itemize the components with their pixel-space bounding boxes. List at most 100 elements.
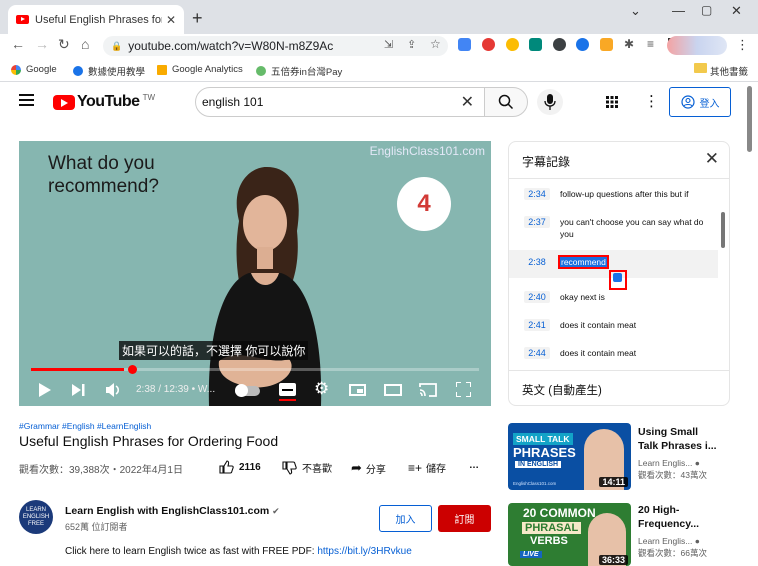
scrubber-handle[interactable]	[128, 365, 137, 374]
subtitles-cc-icon[interactable]	[279, 383, 296, 396]
progress-bar[interactable]	[31, 368, 479, 371]
close-tab-icon[interactable]: ✕	[166, 13, 176, 27]
related-thumbnail[interactable]: 20 COMMON PHRASAL VERBS LIVE 36:33	[508, 503, 631, 566]
extension-icon-4[interactable]	[600, 38, 613, 51]
description-link[interactable]: https://bit.ly/3HRvkue	[317, 546, 411, 557]
extension-icon-3[interactable]	[576, 38, 589, 51]
cast-icon[interactable]	[419, 383, 437, 397]
extension-icon[interactable]	[529, 38, 542, 51]
reload-button[interactable]: ↻	[58, 36, 70, 53]
transcript-segment[interactable]: 2:41 does it contain meat	[509, 313, 718, 341]
time-display: 2:38 / 12:39 • W...	[136, 384, 216, 395]
search-button[interactable]	[484, 87, 528, 117]
tab-title: Useful English Phrases for Orde	[35, 13, 162, 26]
volume-icon[interactable]	[106, 383, 121, 397]
other-bookmarks[interactable]: 其他書籤	[710, 64, 748, 78]
opera-extension-icon[interactable]	[482, 38, 495, 51]
forward-button[interactable]: →	[35, 36, 49, 52]
transcript-panel: 字幕記錄 ✕ 2:34 follow-up questions after thi…	[508, 141, 730, 406]
channel-avatar[interactable]: LEARN ENGLISH FREE	[19, 500, 53, 534]
related-views: 觀看次數：43萬次	[638, 470, 707, 480]
chrome-extension-icon[interactable]	[506, 38, 519, 51]
page-scrollbar[interactable]	[747, 86, 752, 152]
channel-name[interactable]: Learn English with EnglishClass101.com ✔	[65, 505, 280, 517]
bookmark-pay[interactable]: 五倍券in台灣Pay	[256, 64, 342, 78]
transcript-segment[interactable]: 2:44 does it contain meat	[509, 341, 718, 369]
divider	[509, 370, 729, 371]
minimize-button[interactable]: —	[672, 3, 685, 18]
search-input[interactable]: english 101 ✕	[195, 87, 485, 117]
maximize-button[interactable]: ▢	[701, 3, 712, 17]
verified-icon: ●	[694, 458, 700, 468]
close-window-button[interactable]: ✕	[731, 3, 742, 19]
url-text: youtube.com/watch?v=W80N-m8Z9Ac	[128, 39, 334, 53]
subscribe-button[interactable]: 訂閱	[438, 505, 491, 532]
hashtags[interactable]: #Grammar #English #LearnEnglish	[19, 421, 151, 431]
like-button[interactable]: 2116	[219, 460, 261, 474]
video-watermark: EnglishClass101.com	[369, 144, 485, 158]
play-icon[interactable]	[39, 383, 51, 397]
fullscreen-icon[interactable]	[456, 382, 471, 397]
save-button[interactable]: ≡+ 儲存	[408, 460, 446, 476]
transcript-segment[interactable]: 2:40 okay next is	[509, 285, 718, 313]
dislike-button[interactable]: 不喜歡	[282, 460, 332, 475]
theater-mode-icon[interactable]	[384, 384, 402, 396]
add-playlist-icon: ≡+	[408, 460, 423, 475]
profile-avatar[interactable]	[667, 36, 727, 55]
voice-search-button[interactable]	[537, 89, 563, 115]
transcript-segment[interactable]: 2:34 follow-up questions after this but i…	[509, 182, 718, 210]
share-icon[interactable]: ⇪	[407, 38, 416, 51]
related-title[interactable]: 20 High-Frequency...	[638, 503, 718, 531]
extensions-puzzle-icon[interactable]: ✱	[624, 37, 634, 51]
video-player[interactable]: What do you recommend? EnglishClass101.c…	[19, 141, 491, 406]
related-title[interactable]: Using Small Talk Phrases i...	[638, 425, 718, 453]
related-views: 觀看次數：66萬次	[638, 548, 707, 558]
folder-icon	[694, 63, 707, 73]
reading-list-icon[interactable]: ≡	[647, 37, 654, 51]
transcript-segment[interactable]: 2:37 you can't choose you can say what do…	[509, 210, 718, 250]
bookmark-google[interactable]: Google	[11, 64, 57, 75]
back-button[interactable]: ←	[11, 36, 25, 52]
search-value: english 101	[202, 95, 264, 109]
share-arrow-icon: ➦	[351, 460, 362, 475]
signin-button[interactable]: 登入	[669, 87, 731, 117]
language-selector[interactable]: 英文 (自動產生)	[522, 382, 602, 398]
related-thumbnail[interactable]: SMALL TALK PHRASES IN ENGLISH EnglishCla…	[508, 423, 631, 490]
bookmark-star-icon[interactable]: ☆	[430, 37, 441, 51]
autoplay-toggle[interactable]	[235, 384, 260, 397]
youtube-logo[interactable]: YouTube TW	[53, 93, 155, 111]
settings-more-icon[interactable]: ⋮	[644, 92, 659, 110]
browser-tab[interactable]: Useful English Phrases for Orde ✕	[8, 5, 184, 34]
subscriber-count: 652萬 位訂閱者	[65, 522, 128, 532]
verified-icon: ●	[694, 536, 700, 546]
miniplayer-icon[interactable]	[349, 384, 366, 396]
extension-icon-2[interactable]	[553, 38, 566, 51]
bookmark-data-tutorial[interactable]: 數據使用教學	[73, 64, 145, 78]
address-bar[interactable]: 🔒 youtube.com/watch?v=W80N-m8Z9Ac	[103, 36, 448, 56]
clear-search-icon[interactable]: ✕	[461, 92, 474, 112]
selected-text: recommend	[558, 255, 609, 269]
bookmark-google-analytics[interactable]: Google Analytics	[157, 64, 243, 75]
translate-extension-icon[interactable]	[458, 38, 471, 51]
caption-text: 如果可以的話，不選擇 你可以說你	[119, 341, 309, 360]
video-title: Useful English Phrases for Ordering Food	[19, 433, 279, 449]
hamburger-menu-icon[interactable]	[19, 94, 34, 106]
join-button[interactable]: 加入	[379, 505, 432, 532]
new-tab-button[interactable]: +	[192, 8, 203, 29]
chrome-menu-icon[interactable]: ⋮	[736, 37, 749, 53]
player-controls: 2:38 / 12:39 • W... ⚙	[19, 374, 491, 406]
transcript-heading: 字幕記錄	[522, 155, 571, 169]
related-channel[interactable]: Learn Englis... ●	[638, 535, 700, 547]
youtube-play-icon	[53, 94, 75, 110]
related-channel[interactable]: Learn Englis... ●	[638, 457, 700, 469]
settings-gear-icon[interactable]: ⚙	[314, 379, 329, 399]
home-button[interactable]: ⌂	[81, 36, 89, 52]
more-actions-button[interactable]: …	[469, 460, 479, 471]
install-icon[interactable]: ⇲	[384, 38, 393, 51]
share-button[interactable]: ➦ 分享	[351, 460, 386, 476]
apps-grid-icon[interactable]	[606, 95, 618, 113]
next-icon[interactable]	[72, 384, 85, 396]
tab-search-chevron-icon[interactable]: ⌄	[630, 3, 641, 19]
transcript-scrollbar[interactable]	[721, 212, 725, 248]
close-transcript-icon[interactable]: ✕	[705, 149, 719, 169]
